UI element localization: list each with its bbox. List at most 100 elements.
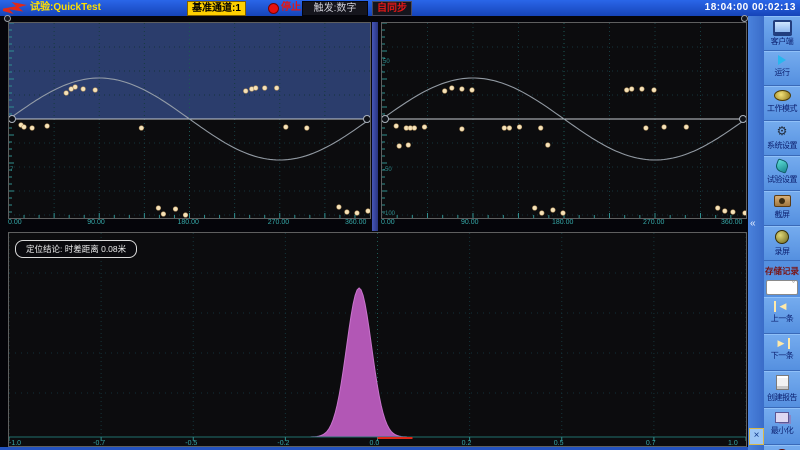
close-icon[interactable]: × [749, 428, 764, 445]
x-tick-label: -0.7 [93, 440, 105, 447]
data-point [629, 87, 634, 92]
chart-divider[interactable] [372, 22, 378, 231]
top-status-bar: 试验:QuickTest 基准通道:1 停止 触发:数字 自同步 18:04:0… [0, 0, 800, 16]
handle-ring-left[interactable] [4, 15, 11, 22]
sync-mode-box[interactable]: 自同步 [372, 1, 412, 16]
storage-records-header: 存储记录 [764, 261, 800, 279]
test-settings-icon [774, 158, 789, 173]
baseline-handle [382, 116, 389, 123]
sidebar-item-label: 下一条 [764, 350, 800, 361]
sidebar-item-label: 创建报告 [764, 392, 800, 403]
data-point [517, 125, 522, 130]
record-icon [775, 230, 789, 244]
data-point [422, 125, 427, 130]
brand-logo-icon [3, 2, 27, 14]
sidebar-item-create-report[interactable]: 创建报告 [764, 371, 800, 408]
data-point [366, 209, 370, 214]
x-tick-label: 90.00 [87, 219, 105, 226]
data-point [442, 89, 447, 94]
sidebar-item-next-record[interactable]: ▶下一条 [764, 334, 800, 371]
data-point [644, 126, 649, 131]
data-point [662, 125, 667, 130]
data-point [624, 88, 629, 93]
data-point [551, 208, 556, 213]
x-tick-label: 0.2 [462, 440, 472, 447]
sidebar-item-client[interactable]: 客户端 [764, 16, 800, 51]
storage-record-dropdown[interactable]: ˇ [766, 280, 798, 295]
phase-chart-left[interactable]: 7 [8, 22, 371, 219]
data-point [139, 126, 144, 131]
report-icon [776, 375, 789, 390]
data-point [64, 91, 69, 96]
data-point [532, 206, 537, 211]
data-point [652, 88, 657, 93]
data-point [406, 143, 411, 148]
y-tick-label: 50 [383, 59, 390, 65]
sidebar-item-label: 最小化 [764, 425, 800, 436]
data-point [305, 126, 310, 131]
data-point [684, 125, 689, 130]
sidebar-item-exit[interactable]: ◄系统退出 [764, 445, 800, 450]
data-point [284, 125, 289, 130]
trigger-mode-box[interactable]: 触发:数字 [302, 1, 368, 16]
sidebar-item-label: 试验设置 [764, 174, 800, 185]
data-point [397, 144, 402, 149]
phase-chart-right[interactable]: 50 -50 -100 [381, 22, 747, 219]
data-point [183, 213, 188, 218]
stop-status-label: 停止 [281, 1, 301, 14]
sidebar-item-label: 系统设置 [764, 140, 800, 151]
sidebar-item-label: 客户端 [764, 36, 800, 47]
data-point [161, 212, 166, 217]
sidebar-item-screen-record[interactable]: 录屏 [764, 226, 800, 261]
x-tick-label: 270.00 [268, 219, 289, 226]
sidebar-item-work-mode[interactable]: 工作模式 [764, 86, 800, 121]
x-tick-label: 0.7 [646, 440, 656, 447]
data-point [538, 126, 543, 131]
data-point [337, 205, 342, 210]
handle-ring-right[interactable] [741, 15, 748, 22]
sidebar-item-test-settings[interactable]: 试验设置 [764, 156, 800, 191]
monitor-icon [773, 20, 792, 34]
baseline-handle [9, 116, 16, 123]
x-tick-label: 0.00 [381, 219, 395, 226]
data-point [22, 125, 27, 130]
data-point [640, 87, 645, 92]
x-tick-label: 0.0 [370, 440, 380, 447]
y-tick-label: -100 [383, 211, 395, 217]
data-point [73, 85, 78, 90]
x-tick-label: 0.00 [8, 219, 22, 226]
sidebar-collapse-strip: « × [748, 16, 764, 450]
phase-chart-left-axis: 0.0090.00180.00270.00360.00 [8, 219, 371, 230]
x-tick-label: 360.00 [345, 219, 366, 226]
y-tick-label: -50 [383, 167, 392, 173]
play-icon [778, 55, 786, 65]
sidebar-item-screen-capture[interactable]: 截屏 [764, 191, 800, 226]
collapse-icon[interactable]: « [750, 218, 756, 229]
data-point [540, 211, 545, 216]
x-tick-label: -1.0 [9, 440, 21, 447]
y-tick-label: 7 [10, 167, 13, 173]
baseline-handle [364, 116, 371, 123]
correlation-chart[interactable]: 定位结论: 时差距离 0.08米 -1.0-0.7-0.5-0.20.00.20… [8, 232, 747, 447]
x-tick-label: 1.0 [728, 440, 738, 447]
data-point [723, 209, 728, 214]
data-point [561, 211, 566, 216]
x-tick-label: -0.5 [185, 440, 197, 447]
phase-scatter-left [9, 23, 370, 218]
data-point [253, 86, 258, 91]
minimize-icon [775, 412, 789, 423]
sidebar-item-system-settings[interactable]: ⚙系统设置 [764, 121, 800, 156]
sidebar-item-prev-record[interactable]: ◀上一条 [764, 297, 800, 334]
base-channel-badge[interactable]: 基准通道:1 [187, 1, 246, 16]
sidebar-item-run[interactable]: 运行 [764, 51, 800, 86]
x-tick-label: 90.00 [461, 219, 479, 226]
data-point [507, 126, 512, 131]
x-tick-label: 180.00 [552, 219, 573, 226]
phase-scatter-right [382, 23, 746, 218]
data-point [345, 210, 350, 215]
data-point [502, 126, 507, 131]
stop-status-icon [268, 3, 279, 14]
sidebar-item-minimize[interactable]: 最小化 [764, 408, 800, 445]
camera-icon [774, 195, 791, 207]
test-title: 试验:QuickTest [30, 1, 101, 14]
